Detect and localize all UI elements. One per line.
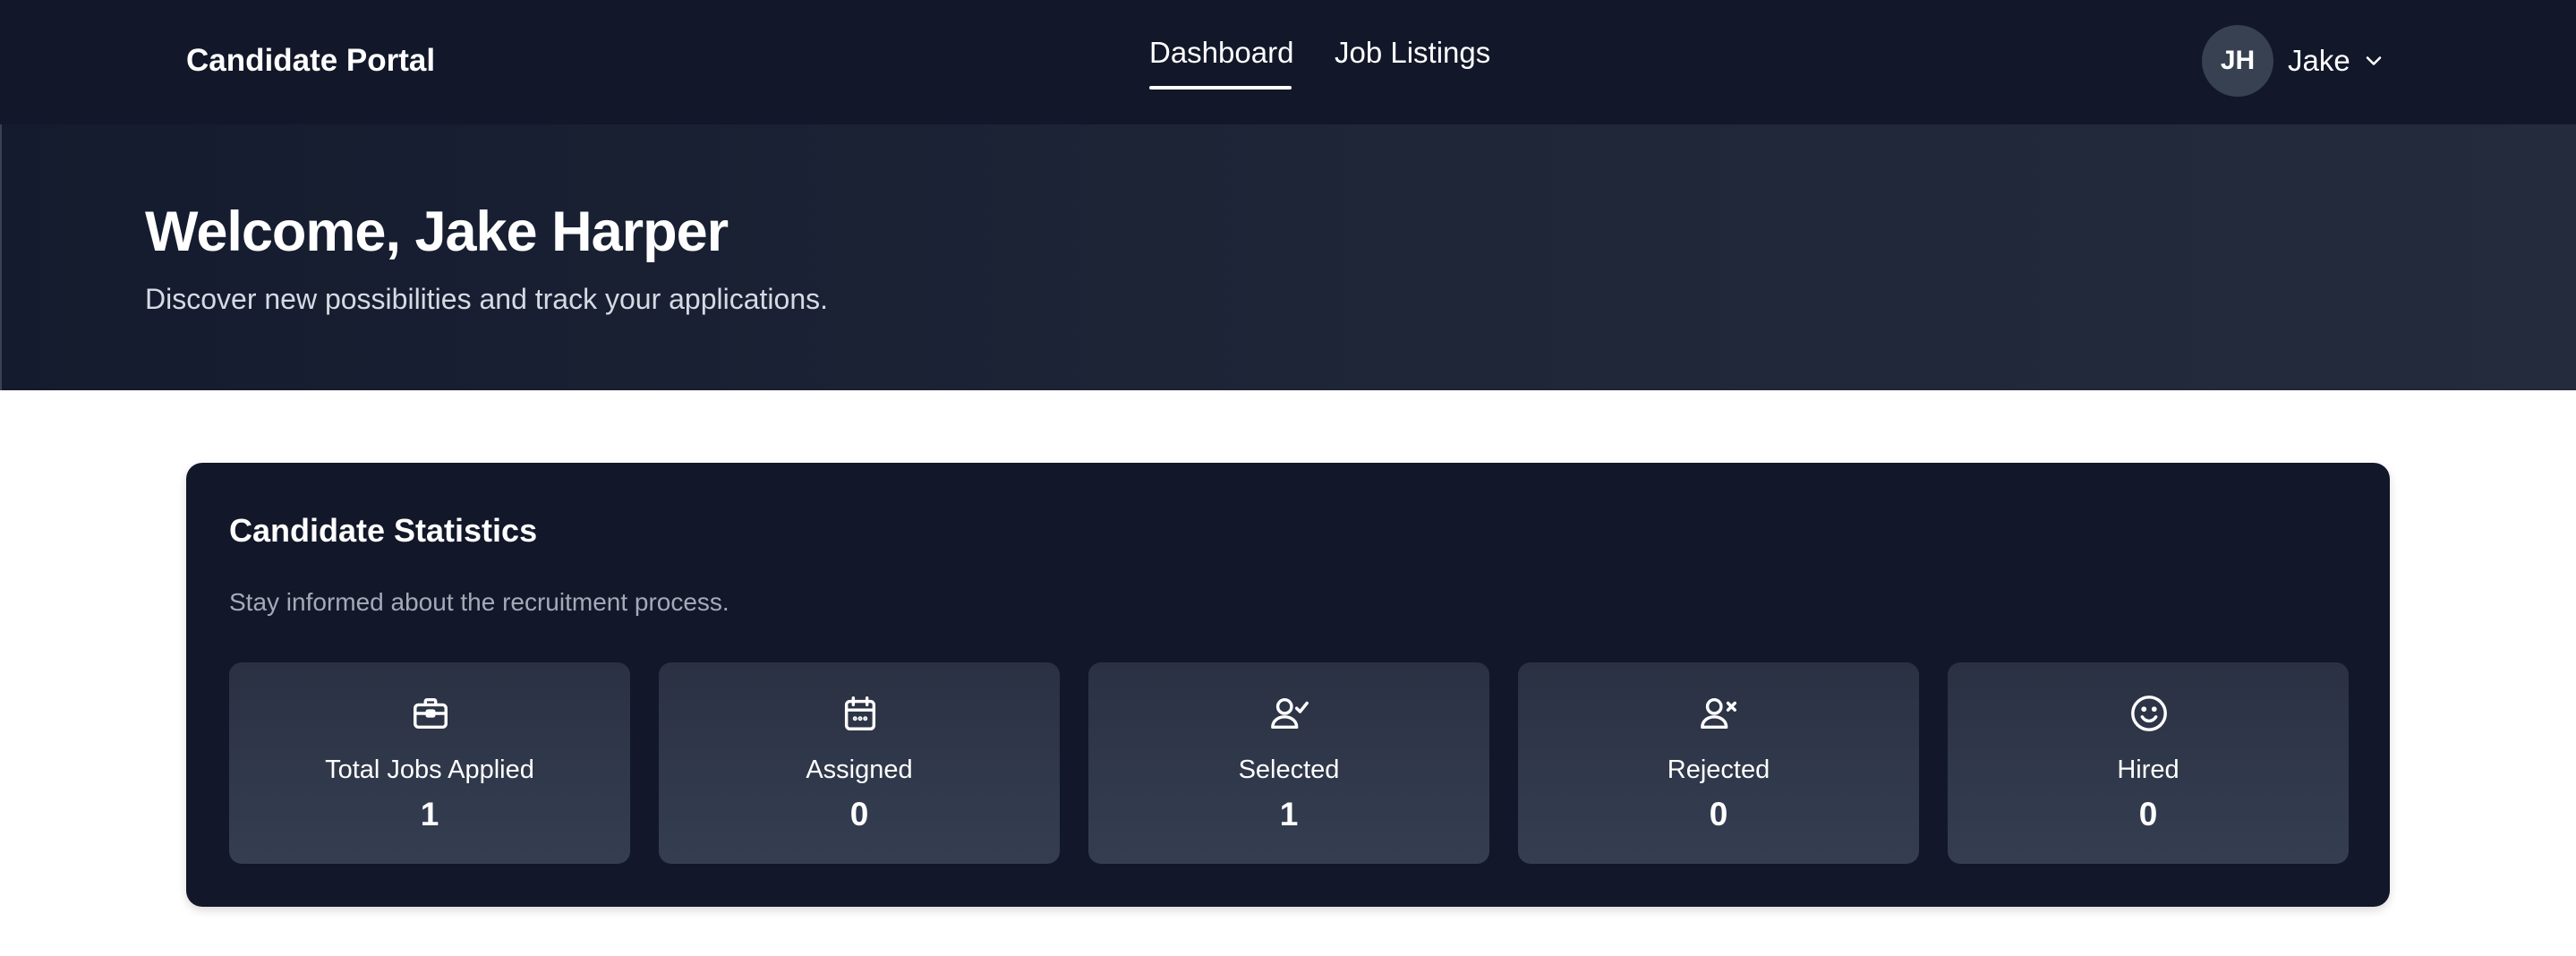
stat-tile-hired: Hired 0	[1948, 662, 2349, 864]
stat-label: Selected	[1238, 755, 1340, 784]
user-x-icon	[1701, 697, 1736, 730]
stat-label: Assigned	[806, 755, 913, 784]
stat-tile-assigned: Assigned 0	[659, 662, 1060, 864]
stat-label: Rejected	[1667, 755, 1770, 784]
stat-value: 1	[420, 796, 439, 832]
smile-icon	[2131, 696, 2167, 731]
avatar: JH	[2202, 25, 2273, 97]
briefcase-icon	[414, 697, 448, 730]
page-subtitle: Discover new possibilities and track you…	[145, 283, 829, 315]
nav-tab-dashboard[interactable]: Dashboard	[1149, 32, 1293, 73]
stat-tile-total-jobs-applied: Total Jobs Applied 1	[229, 662, 630, 864]
stat-value: 0	[1709, 796, 1728, 832]
stat-value: 0	[849, 796, 869, 832]
stats-title: Candidate Statistics	[229, 512, 538, 549]
user-check-icon	[1271, 697, 1309, 730]
user-name: Jake	[2288, 44, 2350, 77]
chevron-down-icon	[2366, 56, 2382, 65]
candidate-statistics-card: Candidate Statistics Stay informed about…	[186, 463, 2390, 907]
brand-title[interactable]: Candidate Portal	[186, 39, 435, 82]
active-tab-indicator	[1149, 86, 1292, 90]
welcome-hero: Welcome, Jake Harper Discover new possib…	[0, 124, 2576, 390]
top-navbar: Candidate Portal Dashboard Job Listings …	[0, 0, 2576, 124]
stat-tile-rejected: Rejected 0	[1518, 662, 1919, 864]
stat-label: Hired	[2117, 755, 2179, 784]
nav-tab-job-listings[interactable]: Job Listings	[1335, 32, 1490, 73]
user-menu-button[interactable]: JH Jake	[2202, 25, 2399, 97]
stats-subtitle: Stay informed about the recruitment proc…	[229, 588, 729, 616]
calendar-icon	[844, 696, 876, 730]
stat-tile-selected: Selected 1	[1088, 662, 1489, 864]
stat-value: 0	[2138, 796, 2158, 832]
stat-value: 1	[1279, 796, 1299, 832]
page-title: Welcome, Jake Harper	[145, 201, 729, 263]
stat-label: Total Jobs Applied	[325, 755, 534, 784]
